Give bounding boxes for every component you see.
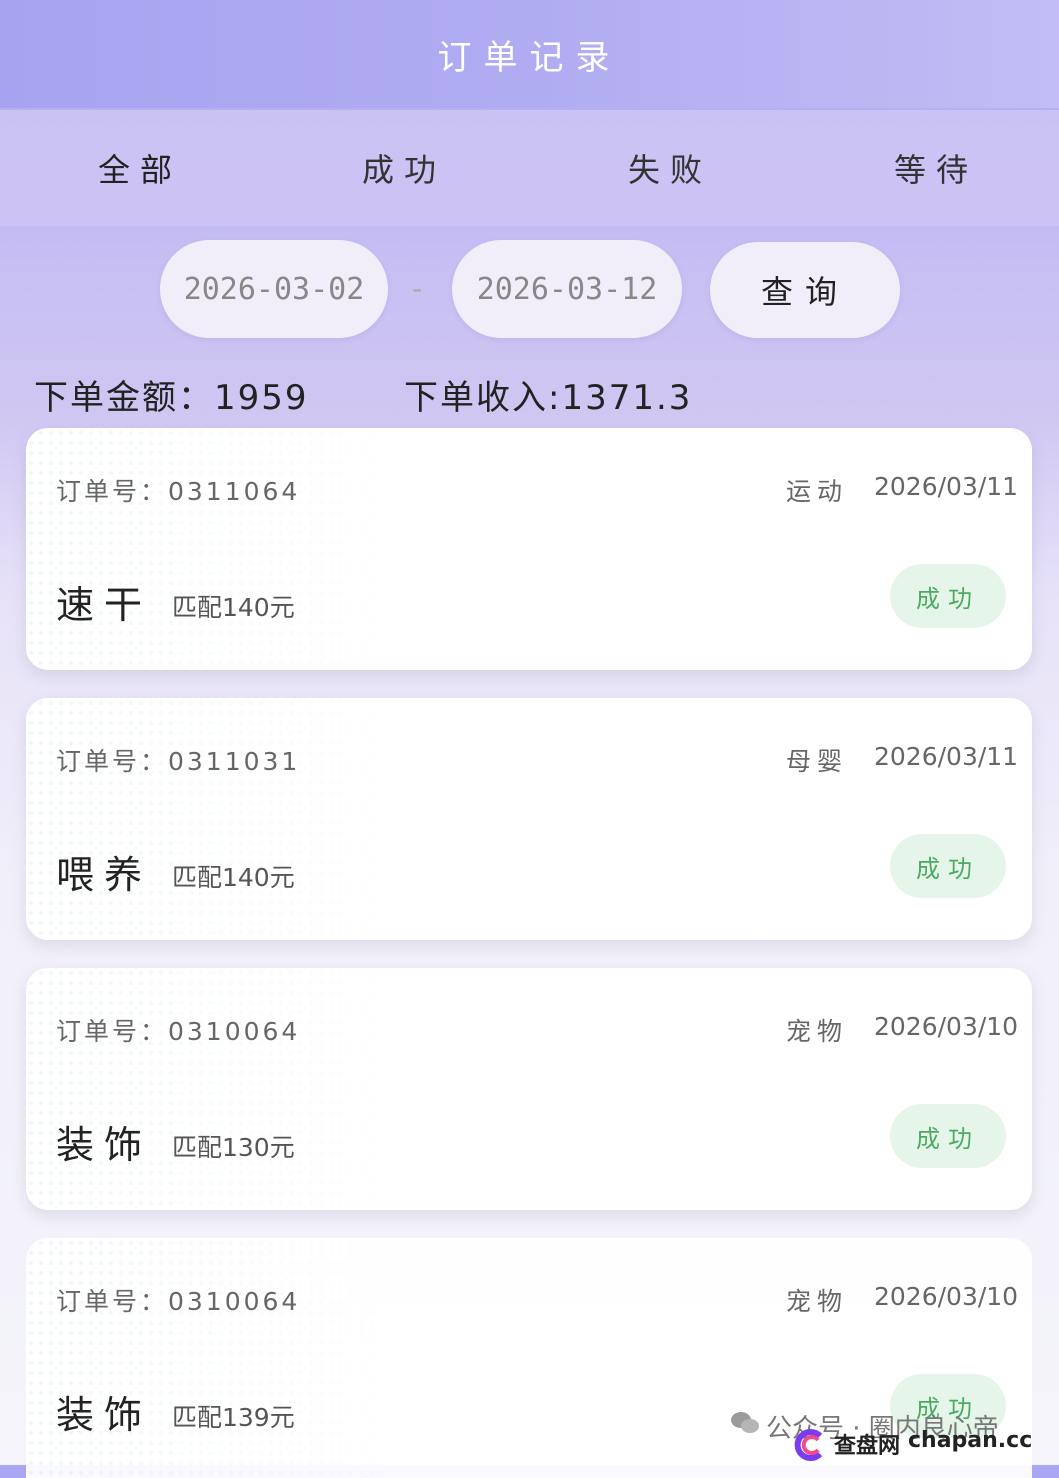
order-date: 2026/03/10 [874,1012,1019,1041]
page-title: 订单记录 [437,37,622,78]
watermark: 公众号 · 圈内良心帝 查盘网 chapan.cc [726,1406,1056,1462]
start-date-value: 2026-03-02 [183,271,365,307]
status-badge: 成功 [890,1104,1006,1168]
card-pattern [26,1238,446,1478]
order-number: 订单号：0311031 [56,747,301,776]
card-pattern [26,698,446,940]
status-tabs: 全部 成功 失败 等待 [0,110,1059,226]
watermark-site-cn: 查盘网 [834,1434,901,1459]
order-item-name: 喂养 [56,853,153,897]
order-date: 2026/03/11 [874,742,1019,771]
end-date-value: 2026-03-12 [476,271,658,307]
tab-success[interactable]: 成功 [362,145,446,191]
order-match: 匹配130元 [172,1133,295,1162]
order-match: 匹配139元 [172,1403,295,1432]
card-pattern [26,968,446,1210]
order-category: 宠物 [786,1287,849,1316]
watermark-site-en: chapan.cc [908,1428,1033,1453]
order-match: 匹配140元 [172,863,295,892]
order-match: 匹配140元 [172,593,295,622]
order-date: 2026/03/10 [874,1282,1019,1311]
card-pattern [26,428,446,670]
tab-pending[interactable]: 等待 [894,145,978,191]
order-category: 运动 [786,477,849,506]
date-separator: - [412,272,423,305]
order-category: 母婴 [786,747,849,776]
wechat-icon [731,1412,759,1433]
start-date-field[interactable]: 2026-03-02 [160,240,388,338]
title-bar: 订单记录 [0,0,1059,108]
chapan-logo-icon [794,1429,823,1461]
tab-all[interactable]: 全部 [98,145,182,191]
order-number: 订单号：0310064 [56,1287,301,1316]
order-card[interactable]: 订单号：0311031 母婴 2026/03/11 喂养 匹配140元 成功 [26,698,1032,940]
order-amount: 下单金额：1959 [34,378,309,418]
tab-failed[interactable]: 失败 [628,145,712,191]
query-button-label: 查询 [760,273,849,311]
order-number: 订单号：0311064 [56,477,301,506]
order-item-name: 装饰 [56,1393,153,1437]
status-badge: 成功 [890,834,1006,898]
status-badge: 成功 [890,564,1006,628]
order-category: 宠物 [786,1017,849,1046]
order-item-name: 装饰 [56,1123,153,1167]
end-date-field[interactable]: 2026-03-12 [452,240,682,338]
order-card[interactable]: 订单号：0310064 宠物 2026/03/10 装饰 匹配130元 成功 [26,968,1032,1210]
order-number: 订单号：0310064 [56,1017,301,1046]
order-date: 2026/03/11 [874,472,1019,501]
order-card[interactable]: 订单号：0311064 运动 2026/03/11 速干 匹配140元 成功 [26,428,1032,670]
query-button[interactable]: 查询 [710,242,900,338]
order-income: 下单收入:1371.3 [404,378,693,418]
order-item-name: 速干 [56,583,153,627]
